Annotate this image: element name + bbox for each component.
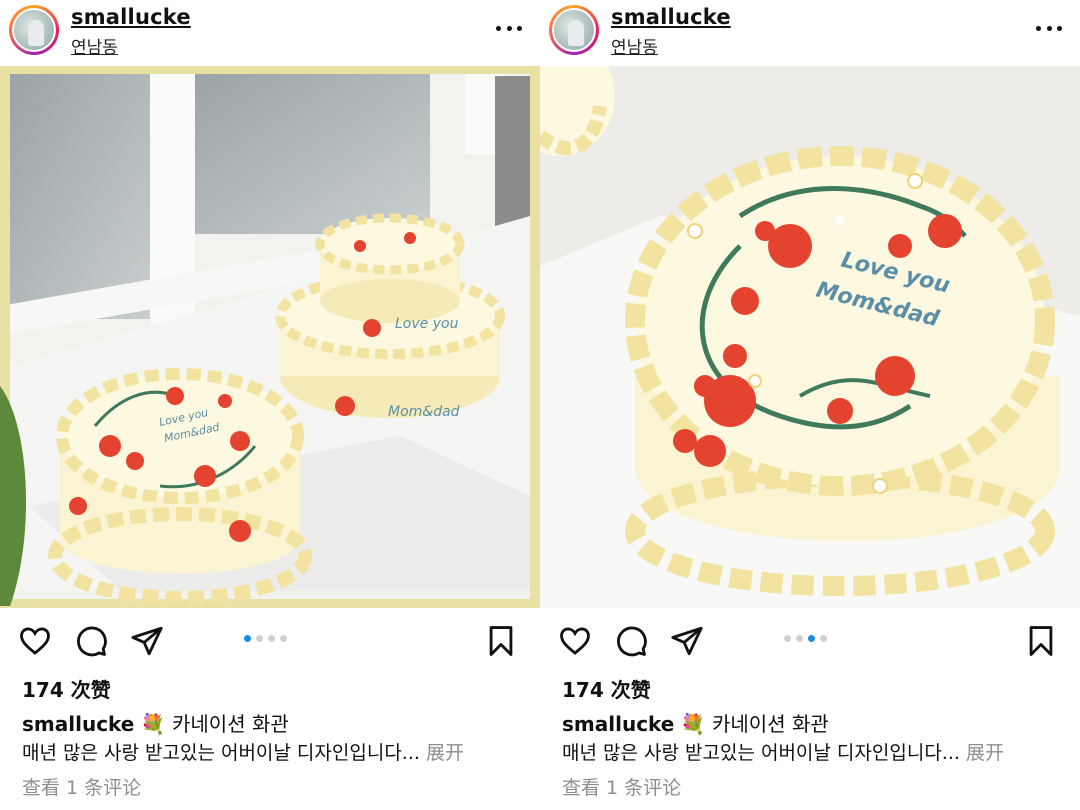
post-header: smallucke 연남동 xyxy=(540,0,1080,62)
avatar[interactable] xyxy=(9,5,59,55)
comment-icon[interactable] xyxy=(614,624,648,658)
caption-username[interactable]: smallucke xyxy=(22,712,134,736)
cake-text-top: Love you xyxy=(395,316,459,332)
caption-body: 매년 많은 사랑 받고있는 어버이날 디자인입니다... xyxy=(22,742,420,764)
share-icon[interactable] xyxy=(670,624,704,658)
bookmark-icon[interactable] xyxy=(1024,624,1058,658)
more-icon[interactable] xyxy=(496,18,522,38)
username-link[interactable]: smallucke xyxy=(71,5,191,29)
action-bar xyxy=(540,618,1080,664)
caption-line: smallucke 💐 카네이션 화관 xyxy=(562,708,829,737)
heart-icon[interactable] xyxy=(558,624,592,658)
caption-title: 카네이션 화관 xyxy=(172,712,289,736)
caption-username[interactable]: smallucke xyxy=(562,712,674,736)
location-link[interactable]: 연남동 xyxy=(611,33,658,58)
avatar[interactable] xyxy=(549,5,599,55)
caption-title: 카네이션 화관 xyxy=(712,712,829,736)
carousel-indicator xyxy=(244,635,287,642)
cake-text-side: Mom&dad xyxy=(388,404,460,420)
caption-line: smallucke 💐 카네이션 화관 xyxy=(22,708,289,737)
view-comments-link[interactable]: 查看 1 条评论 xyxy=(22,773,141,800)
expand-caption-link[interactable]: 展开 xyxy=(426,742,464,764)
location-link[interactable]: 연남동 xyxy=(71,33,118,58)
cake-photo-scene: Love you Mom&dad xyxy=(540,66,1080,608)
post-1: smallucke 연남동 Love you Mom&dad Love you … xyxy=(0,0,540,810)
like-count[interactable]: 174 次赞 xyxy=(22,674,111,703)
share-icon[interactable] xyxy=(130,624,164,658)
post-header: smallucke 연남동 xyxy=(0,0,540,62)
view-comments-link[interactable]: 查看 1 条评论 xyxy=(562,773,681,800)
username-link[interactable]: smallucke xyxy=(611,5,731,29)
post-2: smallucke 연남동 Love you Mom&dad 174 次赞 sm… xyxy=(540,0,1080,810)
expand-caption-link[interactable]: 展开 xyxy=(966,742,1004,764)
caption-body-line: 매년 많은 사랑 받고있는 어버이날 디자인입니다... 展开 xyxy=(562,738,1004,765)
caption-body-line: 매년 많은 사랑 받고있는 어버이날 디자인입니다... 展开 xyxy=(22,738,464,765)
carousel-indicator xyxy=(784,635,827,642)
caption-body: 매년 많은 사랑 받고있는 어버이날 디자인입니다... xyxy=(562,742,960,764)
comment-icon[interactable] xyxy=(74,624,108,658)
action-bar xyxy=(0,618,540,664)
post-photo[interactable]: Love you Mom&dad Love you Mom&dad xyxy=(0,66,540,608)
like-count[interactable]: 174 次赞 xyxy=(562,674,651,703)
bouquet-emoji: 💐 xyxy=(140,712,166,736)
bouquet-emoji: 💐 xyxy=(680,712,706,736)
post-photo[interactable]: Love you Mom&dad xyxy=(540,66,1080,608)
cake-photo-scene: Love you Mom&dad Love you Mom&dad xyxy=(0,74,530,606)
heart-icon[interactable] xyxy=(18,624,52,658)
bookmark-icon[interactable] xyxy=(484,624,518,658)
more-icon[interactable] xyxy=(1036,18,1062,38)
